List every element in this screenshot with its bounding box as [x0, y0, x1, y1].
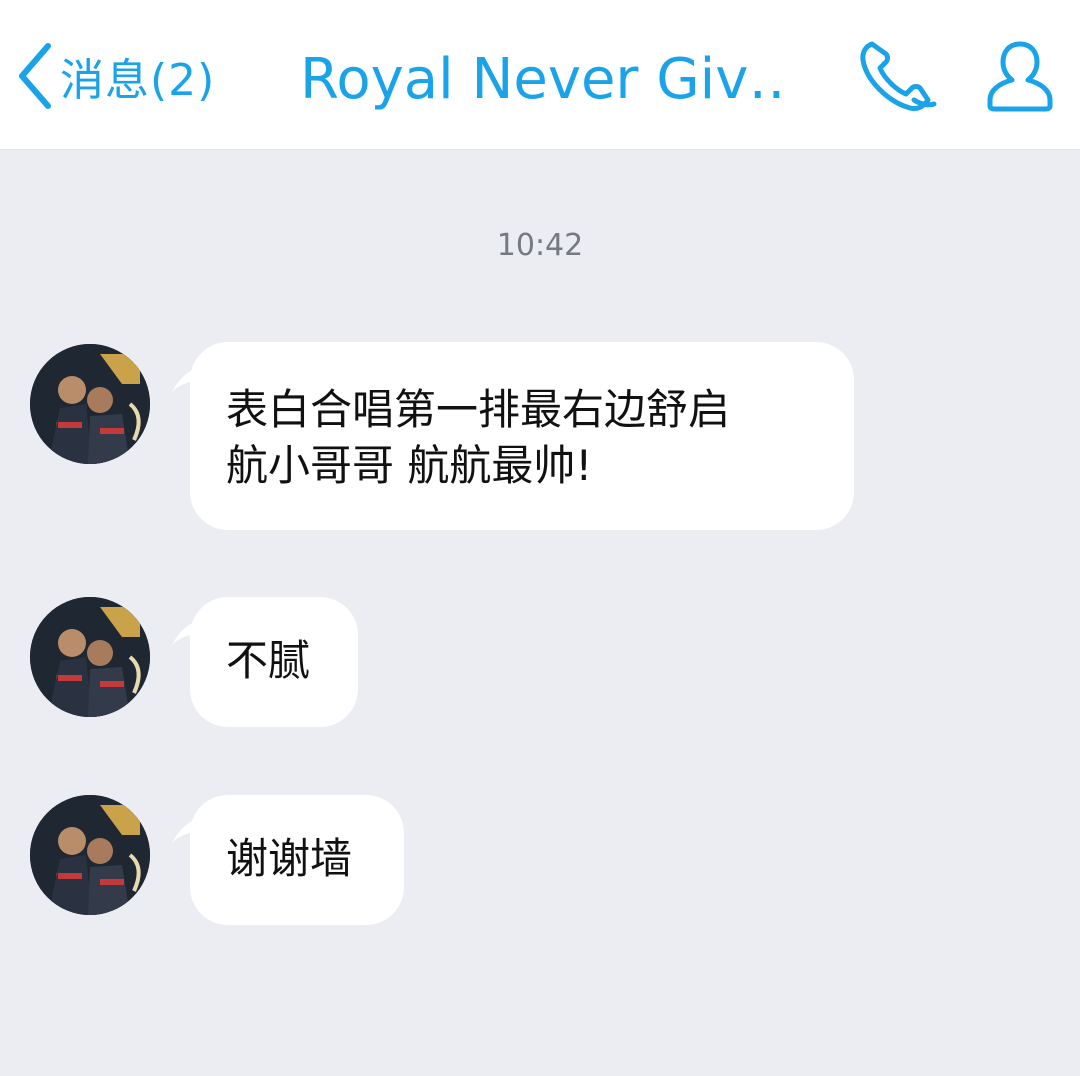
- message-text: 谢谢墙: [226, 834, 353, 883]
- back-label: 消息(2): [60, 55, 216, 106]
- phone-icon[interactable]: [858, 38, 940, 118]
- message-text: 表白合唱第一排最右边舒启: [226, 385, 731, 434]
- message-row: 不腻: [0, 597, 1080, 727]
- back-button[interactable]: 消息(2): [14, 40, 215, 112]
- message-text: 不腻: [226, 636, 311, 685]
- message-bubble[interactable]: 谢谢墙: [190, 795, 404, 925]
- contact-avatar[interactable]: [30, 597, 150, 717]
- message-bubble[interactable]: 表白合唱第一排最右边舒启 航小哥哥 航航最帅!: [190, 342, 854, 530]
- user-profile-icon[interactable]: [982, 38, 1058, 118]
- message-row: 谢谢墙: [0, 795, 1080, 925]
- contact-avatar[interactable]: [30, 795, 150, 915]
- message-timestamp: 10:42: [496, 228, 584, 263]
- message-text: 航小哥哥 航航最帅!: [226, 441, 593, 490]
- chevron-left-icon: [14, 40, 54, 112]
- contact-avatar[interactable]: [30, 344, 150, 464]
- message-bubble[interactable]: 不腻: [190, 597, 358, 727]
- message-row: 表白合唱第一排最右边舒启 航小哥哥 航航最帅!: [0, 340, 1080, 532]
- nav-bar: 消息(2) Royal Never Giv…: [0, 0, 1080, 150]
- chat-title: Royal Never Giv…: [300, 46, 790, 112]
